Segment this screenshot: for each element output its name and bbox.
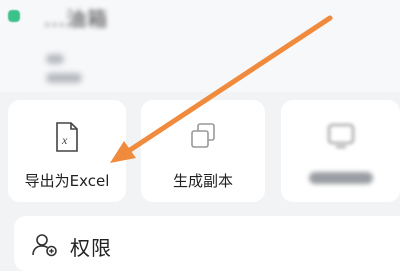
permission-row[interactable]: 权限: [14, 216, 400, 271]
excel-file-icon: x: [55, 122, 79, 156]
copy-icon: [189, 122, 217, 154]
display-icon: [326, 122, 356, 154]
blurred-action-button[interactable]: [281, 100, 400, 202]
file-header: ...油箱: [0, 0, 400, 92]
permission-label: 权限: [70, 236, 112, 260]
file-type-icon: [8, 10, 20, 22]
file-subtitle: [46, 49, 108, 83]
blurred-action-label: [281, 170, 400, 188]
user-permission-icon: [32, 233, 58, 261]
export-excel-button[interactable]: x 导出为Excel: [8, 100, 126, 202]
export-excel-label: 导出为Excel: [24, 172, 110, 190]
make-copy-label: 生成副本: [172, 172, 233, 190]
svg-text:x: x: [61, 133, 68, 147]
file-title: ...油箱: [44, 7, 109, 31]
make-copy-button[interactable]: 生成副本: [141, 100, 265, 202]
